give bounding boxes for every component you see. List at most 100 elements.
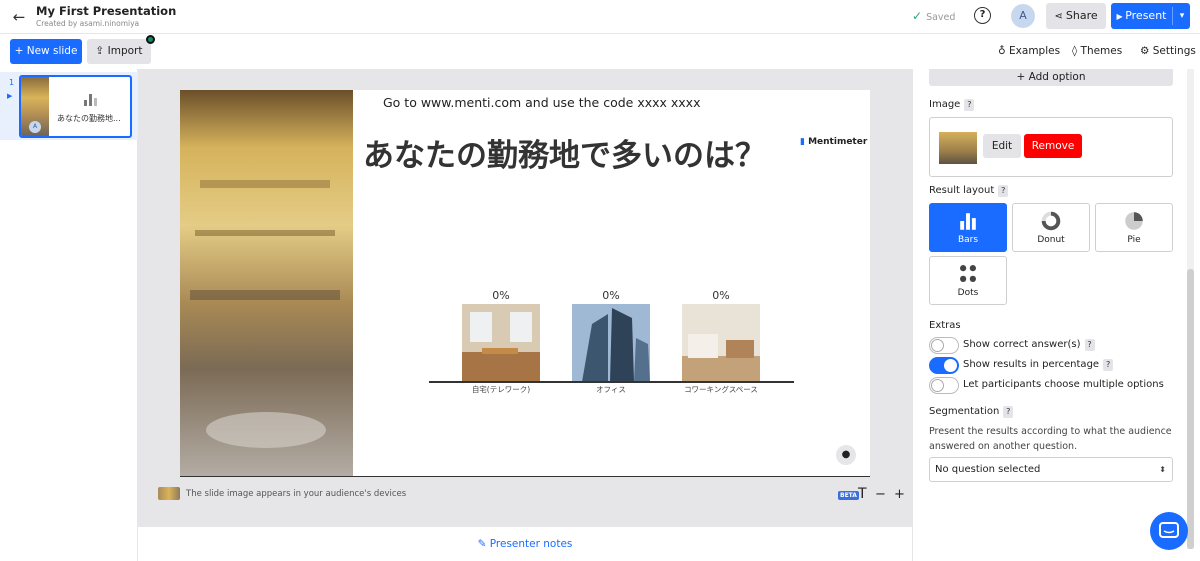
check-icon: ✓	[912, 9, 923, 23]
slide-preview[interactable]: Go to www.menti.com and use the code xxx…	[180, 90, 870, 477]
layout-pie-option[interactable]: Pie	[1095, 203, 1173, 252]
back-arrow-icon[interactable]: ←	[10, 8, 28, 26]
chart-baseline	[429, 381, 794, 383]
slide-canvas-area: Go to www.menti.com and use the code xxx…	[138, 69, 912, 527]
layout-dots-option[interactable]: Dots	[929, 256, 1007, 305]
help-icon[interactable]: ?	[1084, 339, 1095, 351]
help-icon[interactable]: ?	[1103, 359, 1114, 371]
thumbnail-title: あなたの勤務地...	[57, 114, 121, 123]
show-percentage-label-wrap: Show results in percentage?	[963, 359, 1114, 371]
text-size-stepper[interactable]: − +	[875, 487, 907, 502]
slide-thumbnail[interactable]: あなたの勤務地... A	[19, 75, 132, 138]
bar-chart-icon	[84, 94, 97, 106]
toggle-knob	[944, 359, 957, 372]
share-label: Share	[1065, 9, 1098, 22]
present-button[interactable]: ▶ Present ▾	[1111, 3, 1190, 29]
help-icon[interactable]: ?	[1003, 406, 1014, 418]
thumbnail-avatar: A	[29, 121, 41, 133]
presentation-author: Created by asami.ninomiya	[36, 19, 140, 28]
text-size-icon[interactable]: T	[858, 486, 867, 502]
option-label: 自宅(テレワーク)	[471, 385, 531, 394]
show-correct-label-wrap: Show correct answer(s)?	[963, 339, 1095, 351]
share-icon: ⋖	[1054, 11, 1066, 22]
help-icon[interactable]: ?	[998, 185, 1009, 197]
user-avatar[interactable]: A	[1011, 4, 1035, 28]
image-label: Image	[929, 99, 961, 110]
presenter-notes-button[interactable]: ✎ Presenter notes	[138, 538, 912, 550]
new-slide-button[interactable]: + New slide	[10, 39, 82, 64]
top-bar: ← My First Presentation Created by asami…	[0, 0, 1200, 34]
help-icon[interactable]: ?	[964, 99, 975, 111]
segmentation-description: Present the results according to what th…	[929, 426, 1172, 452]
slide-background-photo	[180, 90, 353, 477]
join-instructions: Go to www.menti.com and use the code xxx…	[383, 95, 701, 110]
themes-link[interactable]: ◊ Themes	[1072, 45, 1122, 57]
segmentation-select[interactable]: No question selected ⬍	[929, 457, 1173, 482]
settings-scrollbar[interactable]	[1187, 69, 1194, 549]
save-status-label: Saved	[926, 12, 956, 23]
chevron-down-icon[interactable]: ▾	[1175, 3, 1189, 29]
result-layout-label: Result layout	[929, 185, 995, 196]
show-percentage-label: Show results in percentage	[963, 359, 1100, 370]
option-percent: 0%	[712, 289, 730, 302]
multiple-options-label: Let participants choose multiple options	[963, 379, 1164, 390]
settings-link[interactable]: ⚙ Settings	[1140, 45, 1196, 57]
result-layout-section-label: Result layout?	[929, 185, 1009, 197]
show-percentage-toggle[interactable]	[929, 357, 959, 374]
dots-icon	[960, 265, 976, 282]
brand-label: Mentimeter	[808, 137, 868, 147]
image-mini-thumb	[158, 487, 180, 500]
select-arrows-icon: ⬍	[1159, 465, 1166, 474]
show-correct-label: Show correct answer(s)	[963, 339, 1081, 350]
gear-icon: ⚙	[1140, 45, 1153, 57]
option-percent: 0%	[492, 289, 510, 302]
donut-icon	[1041, 211, 1061, 231]
editor-toolbar: + New slide ⇪ Import ♁ Examples ◊ Themes…	[0, 34, 1200, 69]
option-image-coworking	[682, 304, 760, 382]
add-option-button[interactable]: + Add option	[929, 69, 1173, 86]
presentation-title[interactable]: My First Presentation	[36, 4, 176, 18]
option-image-home	[462, 304, 540, 382]
mentimeter-logo: ▮ Mentimeter	[800, 137, 867, 147]
bar-logo-icon: ▮	[800, 137, 809, 147]
layout-label: Dots	[957, 288, 979, 298]
slide-question[interactable]: あなたの勤務地で多いのは？	[363, 130, 766, 175]
layout-donut-option[interactable]: Donut	[1012, 203, 1090, 252]
plus-icon: +	[14, 45, 27, 57]
edit-image-button[interactable]: Edit	[983, 134, 1021, 158]
settings-panel: + Add option Image? Edit Remove Result l…	[912, 69, 1200, 561]
multiple-options-toggle[interactable]	[929, 377, 959, 394]
image-section-label: Image?	[929, 99, 975, 111]
toggle-knob	[931, 339, 944, 352]
scrollbar-thumb[interactable]	[1187, 269, 1194, 549]
layout-bars-option[interactable]: Bars	[929, 203, 1007, 252]
image-box: Edit Remove	[929, 117, 1173, 177]
drop-icon: ◊	[1072, 45, 1081, 57]
presenter-notes-bar: ✎ Presenter notes	[138, 527, 912, 561]
option-label: オフィス	[596, 385, 626, 394]
slide-list-item[interactable]: 1 ▶ あなたの勤務地... A	[0, 72, 138, 140]
import-button[interactable]: ⇪ Import	[87, 39, 151, 64]
layout-label: Pie	[1127, 235, 1141, 245]
option-image-office	[572, 304, 650, 382]
play-icon: ▶	[7, 92, 13, 100]
remove-image-button[interactable]: Remove	[1024, 134, 1082, 158]
toggle-knob	[931, 379, 944, 392]
pie-icon	[1125, 212, 1143, 230]
play-icon: ▶	[1116, 12, 1126, 21]
save-status: ✓ Saved	[912, 9, 955, 23]
show-correct-toggle[interactable]	[929, 337, 959, 354]
chat-support-button[interactable]	[1150, 512, 1188, 550]
upload-icon: ⇪	[95, 45, 108, 57]
segmentation-label: Segmentation	[929, 406, 1000, 417]
import-label: Import	[107, 45, 143, 57]
examples-link[interactable]: ♁ Examples	[998, 45, 1060, 57]
extras-label: Extras	[929, 320, 961, 331]
new-slide-label: New slide	[26, 45, 78, 57]
slides-panel: 1 ▶ あなたの勤務地... A	[0, 69, 138, 561]
settings-label: Settings	[1152, 45, 1196, 57]
share-button[interactable]: ⋖ Share	[1046, 3, 1106, 29]
beta-badge: BETA	[838, 491, 859, 500]
help-icon[interactable]: ?	[974, 7, 991, 24]
presenter-notes-label: Presenter notes	[489, 538, 573, 550]
